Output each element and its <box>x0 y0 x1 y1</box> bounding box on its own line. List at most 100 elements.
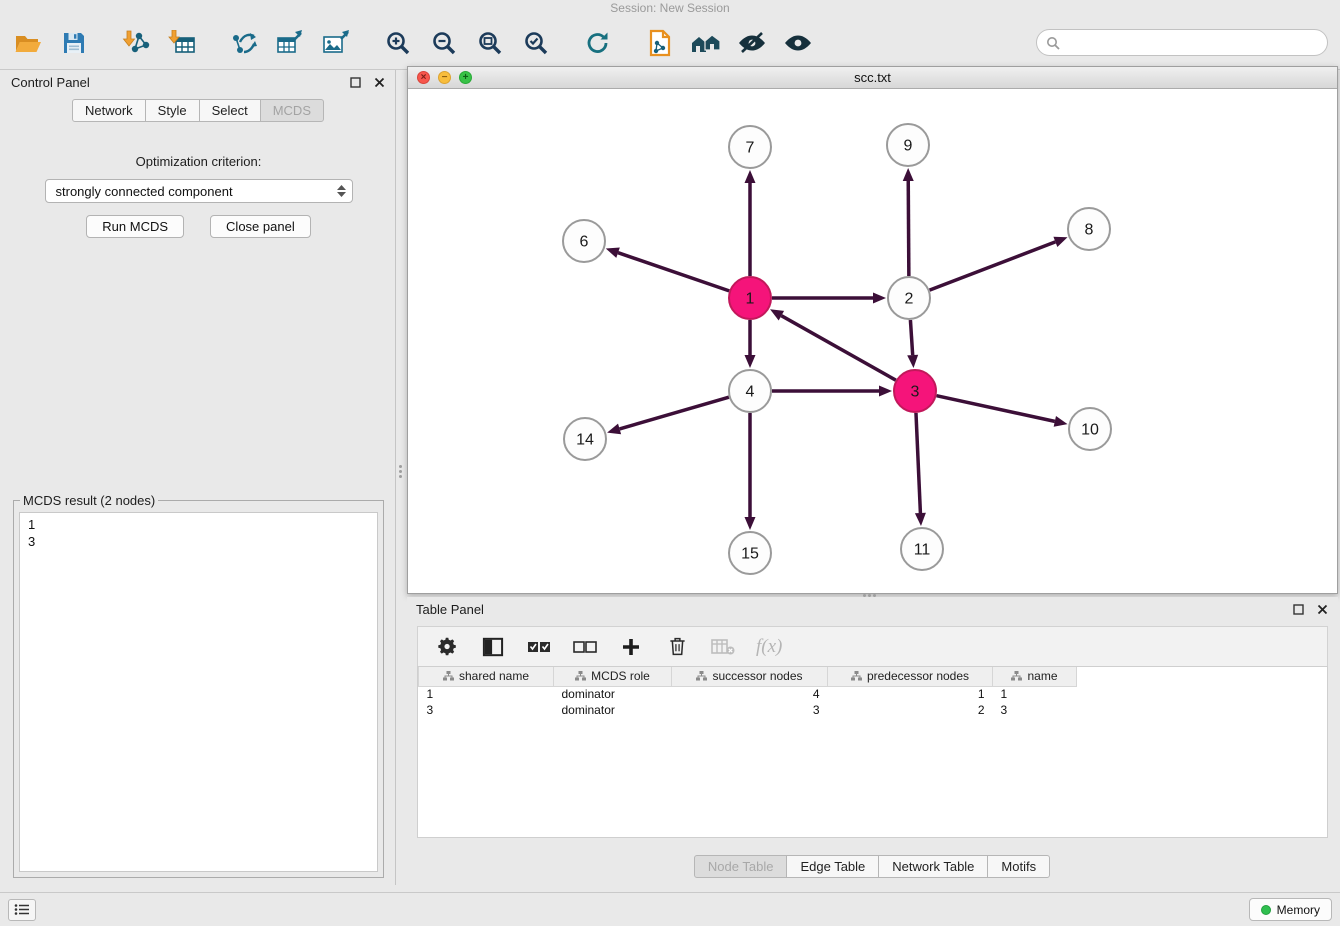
graph-edge-3-1[interactable] <box>781 316 895 381</box>
control-panel-tabs: Network Style Select MCDS <box>2 99 395 122</box>
mcds-result-title: MCDS result (2 nodes) <box>20 493 158 508</box>
table-cell: 1 <box>419 686 554 702</box>
table-settings-button[interactable] <box>434 634 460 660</box>
export-table-button[interactable] <box>274 27 306 59</box>
table-cell: dominator <box>554 702 672 718</box>
column-header-shared-name[interactable]: shared name <box>419 667 554 686</box>
tab-mcds[interactable]: MCDS <box>260 99 324 122</box>
graph-edge-1-6[interactable] <box>618 253 729 291</box>
graph-edge-3-11[interactable] <box>916 413 920 513</box>
tab-edge-table[interactable]: Edge Table <box>786 855 879 878</box>
show-details-button[interactable] <box>782 27 814 59</box>
graph-edge-arrowhead <box>915 513 926 526</box>
main-toolbar <box>0 16 1340 70</box>
trash-icon <box>668 636 687 657</box>
zoom-fit-icon <box>477 30 503 56</box>
import-table-icon <box>168 30 196 56</box>
deselect-all-button[interactable] <box>572 634 598 660</box>
search-input[interactable] <box>1065 35 1318 50</box>
tab-node-table[interactable]: Node Table <box>694 855 788 878</box>
network-canvas[interactable]: 7968124314101511 <box>408 89 1337 593</box>
task-history-button[interactable] <box>8 899 36 921</box>
run-mcds-button[interactable]: Run MCDS <box>86 215 184 238</box>
graph-edge-3-10[interactable] <box>936 396 1054 422</box>
network-window-title: scc.txt <box>408 70 1337 85</box>
select-all-button[interactable] <box>526 634 552 660</box>
refresh-view-button[interactable] <box>582 27 614 59</box>
column-type-icon <box>696 671 707 681</box>
export-group <box>228 27 352 59</box>
table-cell: dominator <box>554 686 672 702</box>
column-header-predecessor-nodes[interactable]: predecessor nodes <box>828 667 993 686</box>
window-titlebar[interactable]: Session: New Session <box>0 0 1340 16</box>
graph-edge-arrowhead <box>907 355 918 368</box>
show-column-button[interactable] <box>480 634 506 660</box>
create-column-button[interactable] <box>618 634 644 660</box>
column-type-icon <box>1011 671 1022 681</box>
float-panel-icon[interactable] <box>348 75 362 89</box>
table-panel-header: Table Panel <box>407 597 1338 621</box>
tab-motifs[interactable]: Motifs <box>987 855 1050 878</box>
tab-select[interactable]: Select <box>199 99 261 122</box>
memory-button[interactable]: Memory <box>1249 898 1332 921</box>
table-row[interactable]: 1dominator411 <box>419 686 1077 702</box>
graph-edge-2-3[interactable] <box>910 320 912 355</box>
mcds-result-box: MCDS result (2 nodes) 13 <box>13 493 384 878</box>
criterion-select[interactable]: strongly connected component <box>45 179 353 203</box>
graph-edge-2-8[interactable] <box>930 242 1056 290</box>
plus-icon <box>621 637 641 657</box>
clone-network-icon <box>647 29 673 57</box>
minimize-window-icon[interactable]: − <box>438 71 451 84</box>
close-table-panel-icon[interactable] <box>1315 602 1329 616</box>
search-box[interactable] <box>1036 29 1328 56</box>
network-window-titlebar[interactable]: × − + scc.txt <box>408 67 1337 89</box>
zoom-out-icon <box>431 30 457 56</box>
export-table-icon <box>276 30 304 56</box>
close-window-icon[interactable]: × <box>417 71 430 84</box>
zoom-selected-button[interactable] <box>520 27 552 59</box>
open-session-button[interactable] <box>12 27 44 59</box>
close-panel-button[interactable]: Close panel <box>210 215 311 238</box>
mcds-result-list[interactable]: 13 <box>19 512 378 872</box>
table-toolbar: f(x) <box>417 626 1328 666</box>
graph-edge-4-14[interactable] <box>620 397 729 429</box>
column-header-mcds-role[interactable]: MCDS role <box>554 667 672 686</box>
panel-splitter[interactable] <box>397 70 407 885</box>
delete-column-button[interactable] <box>664 634 690 660</box>
table-cell: 3 <box>672 702 828 718</box>
tab-style[interactable]: Style <box>145 99 200 122</box>
task-list-icon <box>14 903 30 916</box>
import-table-button[interactable] <box>166 27 198 59</box>
table-cell: 3 <box>419 702 554 718</box>
table-row[interactable]: 3dominator323 <box>419 702 1077 718</box>
network-graph[interactable]: 7968124314101511 <box>408 89 1337 595</box>
tab-network[interactable]: Network <box>72 99 146 122</box>
zoom-in-button[interactable] <box>382 27 414 59</box>
select-all-icon <box>527 638 551 655</box>
float-table-panel-icon[interactable] <box>1291 602 1305 616</box>
import-network-button[interactable] <box>120 27 152 59</box>
mcds-result-item[interactable]: 3 <box>28 533 369 550</box>
zoom-out-button[interactable] <box>428 27 460 59</box>
graph-edge-2-9[interactable] <box>908 181 909 276</box>
node-table-header: shared name MCDS role <box>419 667 1077 686</box>
zoom-fit-button[interactable] <box>474 27 506 59</box>
hide-details-button[interactable] <box>736 27 768 59</box>
maximize-window-icon[interactable]: + <box>459 71 472 84</box>
node-table-container: shared name MCDS role <box>417 666 1328 838</box>
clone-network-button[interactable] <box>644 27 676 59</box>
save-icon <box>62 31 86 55</box>
graph-node-label: 7 <box>746 140 755 157</box>
table-cell: 4 <box>672 686 828 702</box>
neighbors-button[interactable] <box>690 27 722 59</box>
column-header-successor-nodes[interactable]: successor nodes <box>672 667 828 686</box>
export-image-button[interactable] <box>320 27 352 59</box>
columns-icon <box>482 637 504 657</box>
save-session-button[interactable] <box>58 27 90 59</box>
search-icon <box>1046 36 1060 50</box>
column-header-name[interactable]: name <box>993 667 1077 686</box>
tab-network-table[interactable]: Network Table <box>878 855 988 878</box>
export-network-button[interactable] <box>228 27 260 59</box>
close-panel-icon[interactable] <box>372 75 386 89</box>
mcds-result-item[interactable]: 1 <box>28 516 369 533</box>
